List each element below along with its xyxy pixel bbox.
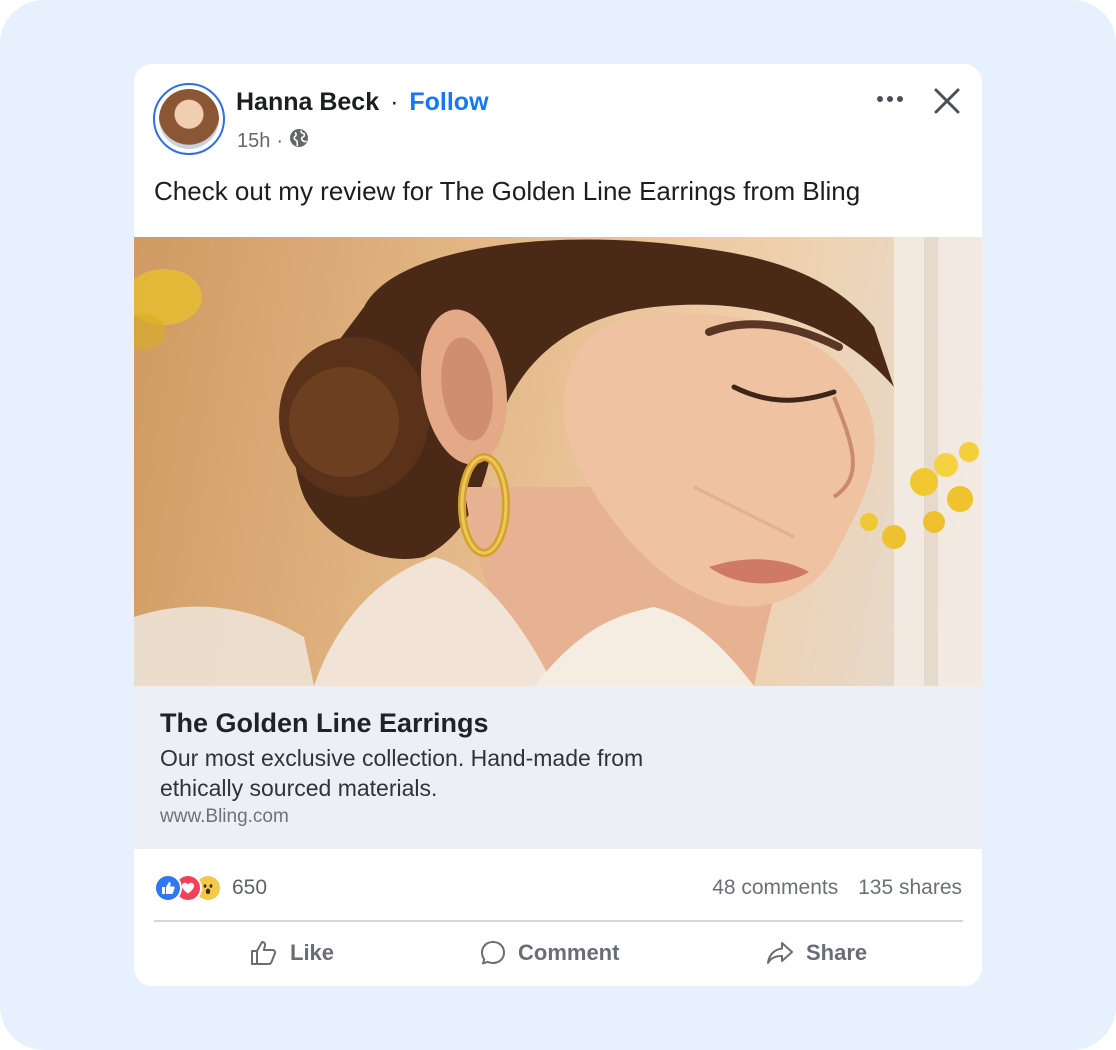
avatar[interactable] [153, 83, 225, 155]
reaction-count: 650 [232, 876, 268, 899]
globe-icon [289, 128, 309, 154]
comment-bubble-icon [481, 941, 505, 965]
meta-separator: · [276, 129, 284, 152]
like-reaction-icon [154, 874, 182, 902]
link-preview[interactable]: The Golden Line Earrings Our most exclus… [134, 686, 982, 849]
share-button[interactable]: Share [766, 928, 867, 978]
engagement-stats: 48 comments 135 shares [712, 876, 962, 900]
post-actions-bar: Like Comment Share [134, 928, 982, 978]
more-horizontal-icon [877, 96, 903, 102]
follow-button[interactable]: Follow [409, 88, 488, 116]
comment-label: Comment [518, 940, 620, 965]
author-line: Hanna Beck · Follow [236, 88, 489, 117]
post-image[interactable] [134, 237, 982, 686]
more-options-button[interactable] [872, 84, 908, 114]
link-preview-title: The Golden Line Earrings [160, 708, 489, 738]
woman-earring-photo [134, 237, 982, 686]
post-text: Check out my review for The Golden Line … [154, 176, 861, 206]
timestamp[interactable]: 15h [237, 130, 270, 153]
author-name[interactable]: Hanna Beck [236, 88, 379, 116]
post-card: Hanna Beck · Follow 15h · Check out my r… [134, 64, 982, 986]
share-arrow-icon [767, 942, 793, 964]
close-icon [934, 88, 960, 114]
page-background: Hanna Beck · Follow 15h · Check out my r… [0, 0, 1116, 1050]
actions-divider [154, 920, 963, 922]
link-preview-description: Our most exclusive collection. Hand-made… [160, 745, 644, 801]
shares-count-link[interactable]: 135 shares [858, 876, 962, 899]
link-preview-url: www.Bling.com [160, 806, 289, 827]
avatar-photo [159, 89, 219, 149]
comments-count-link[interactable]: 48 comments [712, 876, 838, 899]
comment-button[interactable]: Comment [480, 928, 619, 978]
like-button[interactable]: Like [250, 928, 334, 978]
thumbs-up-icon [251, 941, 277, 965]
reaction-summary[interactable]: 650 [154, 874, 267, 902]
close-button[interactable] [930, 84, 964, 118]
share-label: Share [806, 940, 868, 965]
like-label: Like [290, 940, 335, 965]
post-meta: 15h · [237, 128, 309, 154]
separator-dot: · [390, 88, 399, 116]
